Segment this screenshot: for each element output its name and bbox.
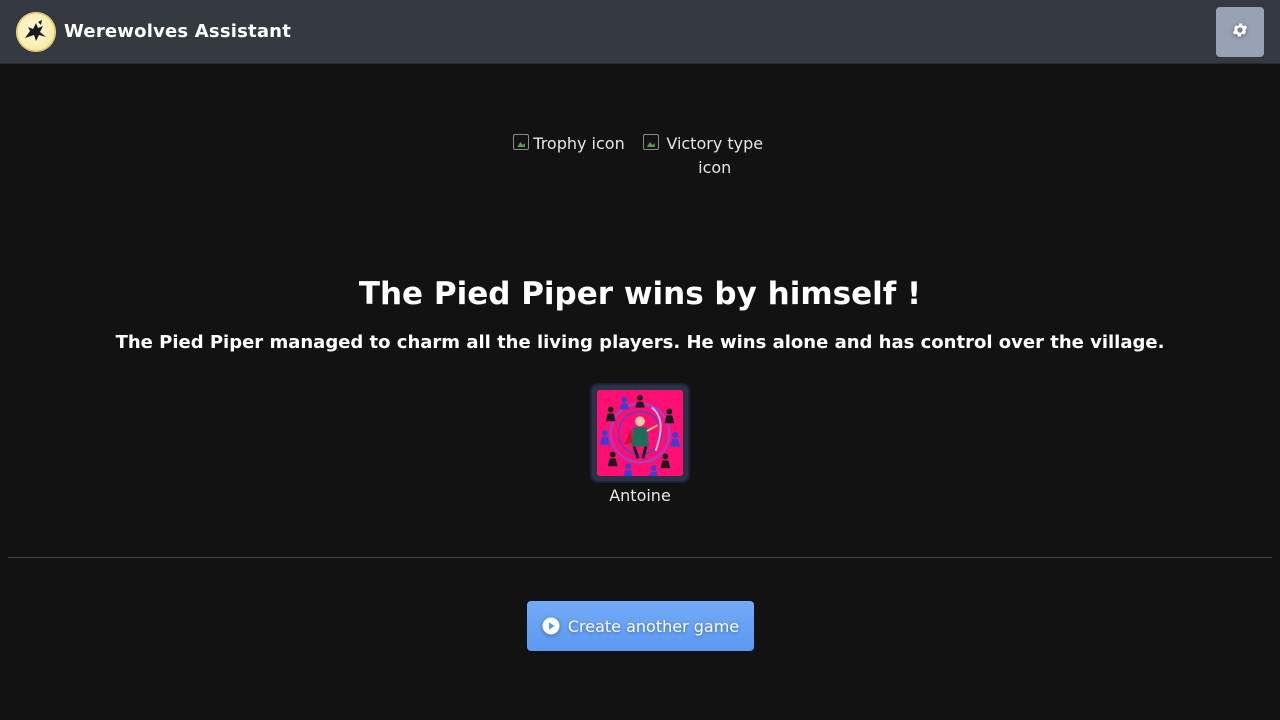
app-title: Werewolves Assistant: [64, 21, 292, 42]
victory-title: The Pied Piper wins by himself !: [358, 276, 922, 312]
victory-type-icon-alt: Victory type icon: [666, 134, 764, 177]
trophy-icon-alt: Trophy icon: [533, 134, 625, 153]
pied-piper-role-icon[interactable]: [590, 383, 690, 483]
create-another-game-button[interactable]: Create another game: [527, 601, 754, 651]
trophy-icon: Trophy icon: [513, 132, 625, 180]
gear-icon: [1231, 21, 1249, 42]
brand[interactable]: Werewolves Assistant: [16, 11, 292, 52]
victory-type-icon: Victory type icon: [642, 132, 767, 180]
navbar: Werewolves Assistant: [0, 0, 1280, 64]
settings-button[interactable]: [1216, 6, 1264, 57]
victory-description: The Pied Piper managed to charm all the …: [115, 332, 1165, 353]
create-another-game-label: Create another game: [567, 616, 740, 636]
winner-name: Antoine: [609, 486, 671, 505]
play-circle-icon: [542, 617, 560, 635]
werewolf-logo-icon: [16, 11, 56, 52]
winner-player: Antoine: [0, 383, 1280, 505]
victory-icons: Trophy icon Victory type icon: [0, 132, 1280, 180]
broken-image-icon: [513, 134, 530, 150]
broken-image-icon: [642, 134, 659, 150]
divider: [8, 557, 1272, 558]
